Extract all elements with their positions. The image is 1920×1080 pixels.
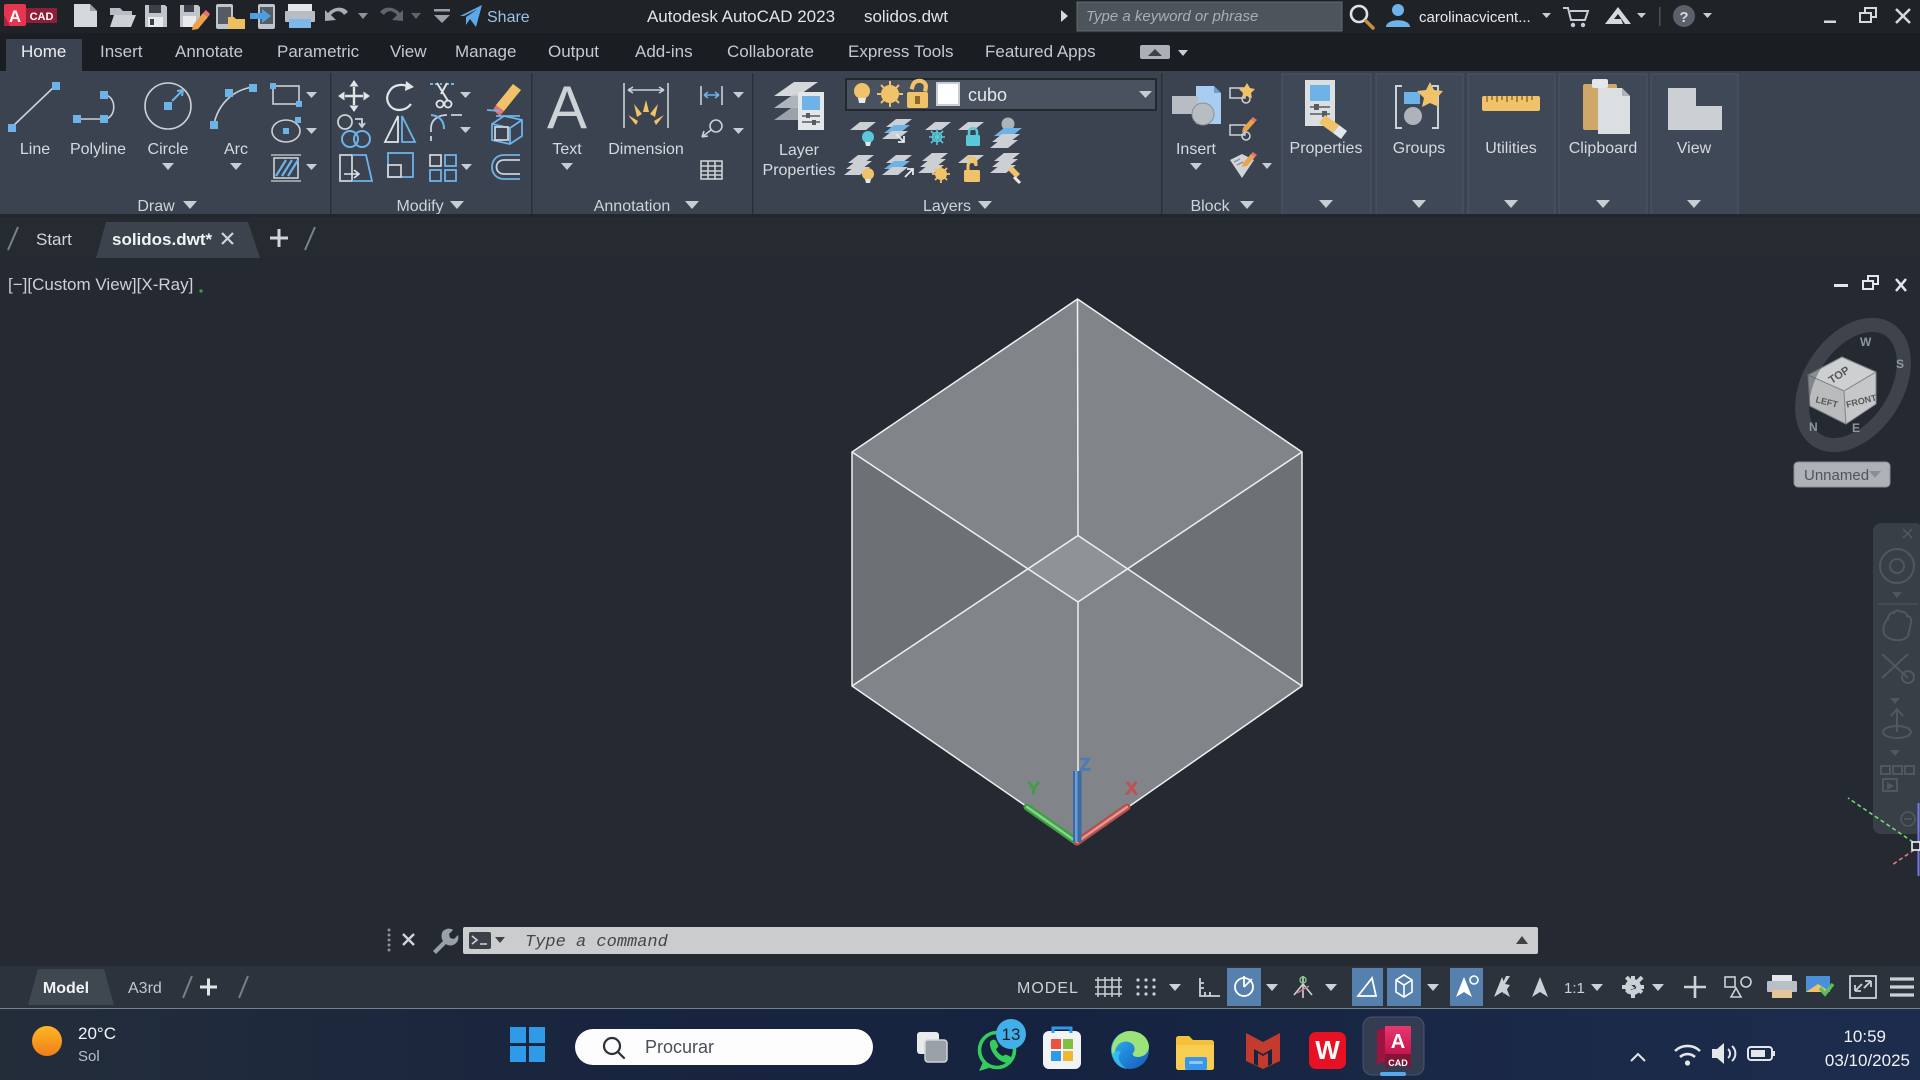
svg-text:Arc: Arc <box>224 141 248 158</box>
svg-text:Polyline: Polyline <box>70 141 126 158</box>
svg-text:Y: Y <box>1028 779 1039 798</box>
svg-text:CAD: CAD <box>1388 1058 1408 1068</box>
svg-text:Start: Start <box>36 230 72 249</box>
svg-text:E: E <box>1852 421 1860 435</box>
svg-text:Model: Model <box>43 980 89 997</box>
svg-text:Type a command: Type a command <box>525 933 669 952</box>
svg-text:View: View <box>1677 140 1712 157</box>
svg-text:Autodesk AutoCAD 2023: Autodesk AutoCAD 2023 <box>647 7 835 26</box>
svg-text:cubo: cubo <box>968 85 1007 105</box>
svg-text:03/10/2025: 03/10/2025 <box>1825 1051 1910 1070</box>
svg-text:Procurar: Procurar <box>645 1037 714 1057</box>
svg-text:A: A <box>547 74 587 141</box>
svg-text:S: S <box>1896 357 1904 371</box>
svg-text:Draw: Draw <box>137 198 175 215</box>
svg-text:Text: Text <box>552 141 582 158</box>
svg-text:20°C: 20°C <box>78 1024 116 1043</box>
svg-text:A3rd: A3rd <box>128 980 162 997</box>
svg-text:[−][Custom View][X-Ray]: [−][Custom View][X-Ray] <box>8 275 193 294</box>
svg-text:Sol: Sol <box>78 1048 100 1065</box>
svg-text:Insert: Insert <box>1176 141 1217 158</box>
svg-text:Block: Block <box>1190 198 1230 215</box>
svg-text:Clipboard: Clipboard <box>1569 140 1637 157</box>
svg-text:Properties: Properties <box>1290 140 1363 157</box>
svg-text:solidos.dwt*: solidos.dwt* <box>112 230 213 249</box>
svg-text:A: A <box>1391 1031 1405 1053</box>
svg-text:Properties: Properties <box>763 162 836 179</box>
svg-text:W: W <box>1860 335 1872 349</box>
svg-text:Utilities: Utilities <box>1485 140 1537 157</box>
svg-text:A: A <box>9 7 21 26</box>
svg-text:Dimension: Dimension <box>608 141 684 158</box>
svg-text:Annotation: Annotation <box>594 198 671 215</box>
svg-text:Line: Line <box>20 141 50 158</box>
svg-text:?: ? <box>1679 9 1688 26</box>
svg-text:Type a keyword or phrase: Type a keyword or phrase <box>1086 8 1258 25</box>
svg-text:Layers: Layers <box>923 198 971 215</box>
svg-text:X: X <box>1126 779 1137 798</box>
svg-text:carolinacvicent...: carolinacvicent... <box>1419 9 1531 26</box>
svg-text:MODEL: MODEL <box>1017 980 1079 997</box>
svg-text:1:1: 1:1 <box>1564 980 1585 997</box>
svg-text:Share: Share <box>487 9 530 26</box>
svg-text:solidos.dwt: solidos.dwt <box>864 7 948 26</box>
svg-text:10:59: 10:59 <box>1843 1027 1886 1046</box>
svg-text:13: 13 <box>1002 1025 1021 1044</box>
svg-text:Modify: Modify <box>396 198 443 215</box>
svg-text:Z: Z <box>1080 755 1090 774</box>
svg-text:W: W <box>1315 1035 1340 1065</box>
svg-text:Unnamed: Unnamed <box>1804 467 1869 484</box>
svg-text:N: N <box>1809 420 1818 434</box>
svg-text:Layer: Layer <box>779 142 820 159</box>
svg-text:Circle: Circle <box>148 141 189 158</box>
svg-text:CAD: CAD <box>30 11 54 23</box>
svg-text:Groups: Groups <box>1393 140 1445 157</box>
